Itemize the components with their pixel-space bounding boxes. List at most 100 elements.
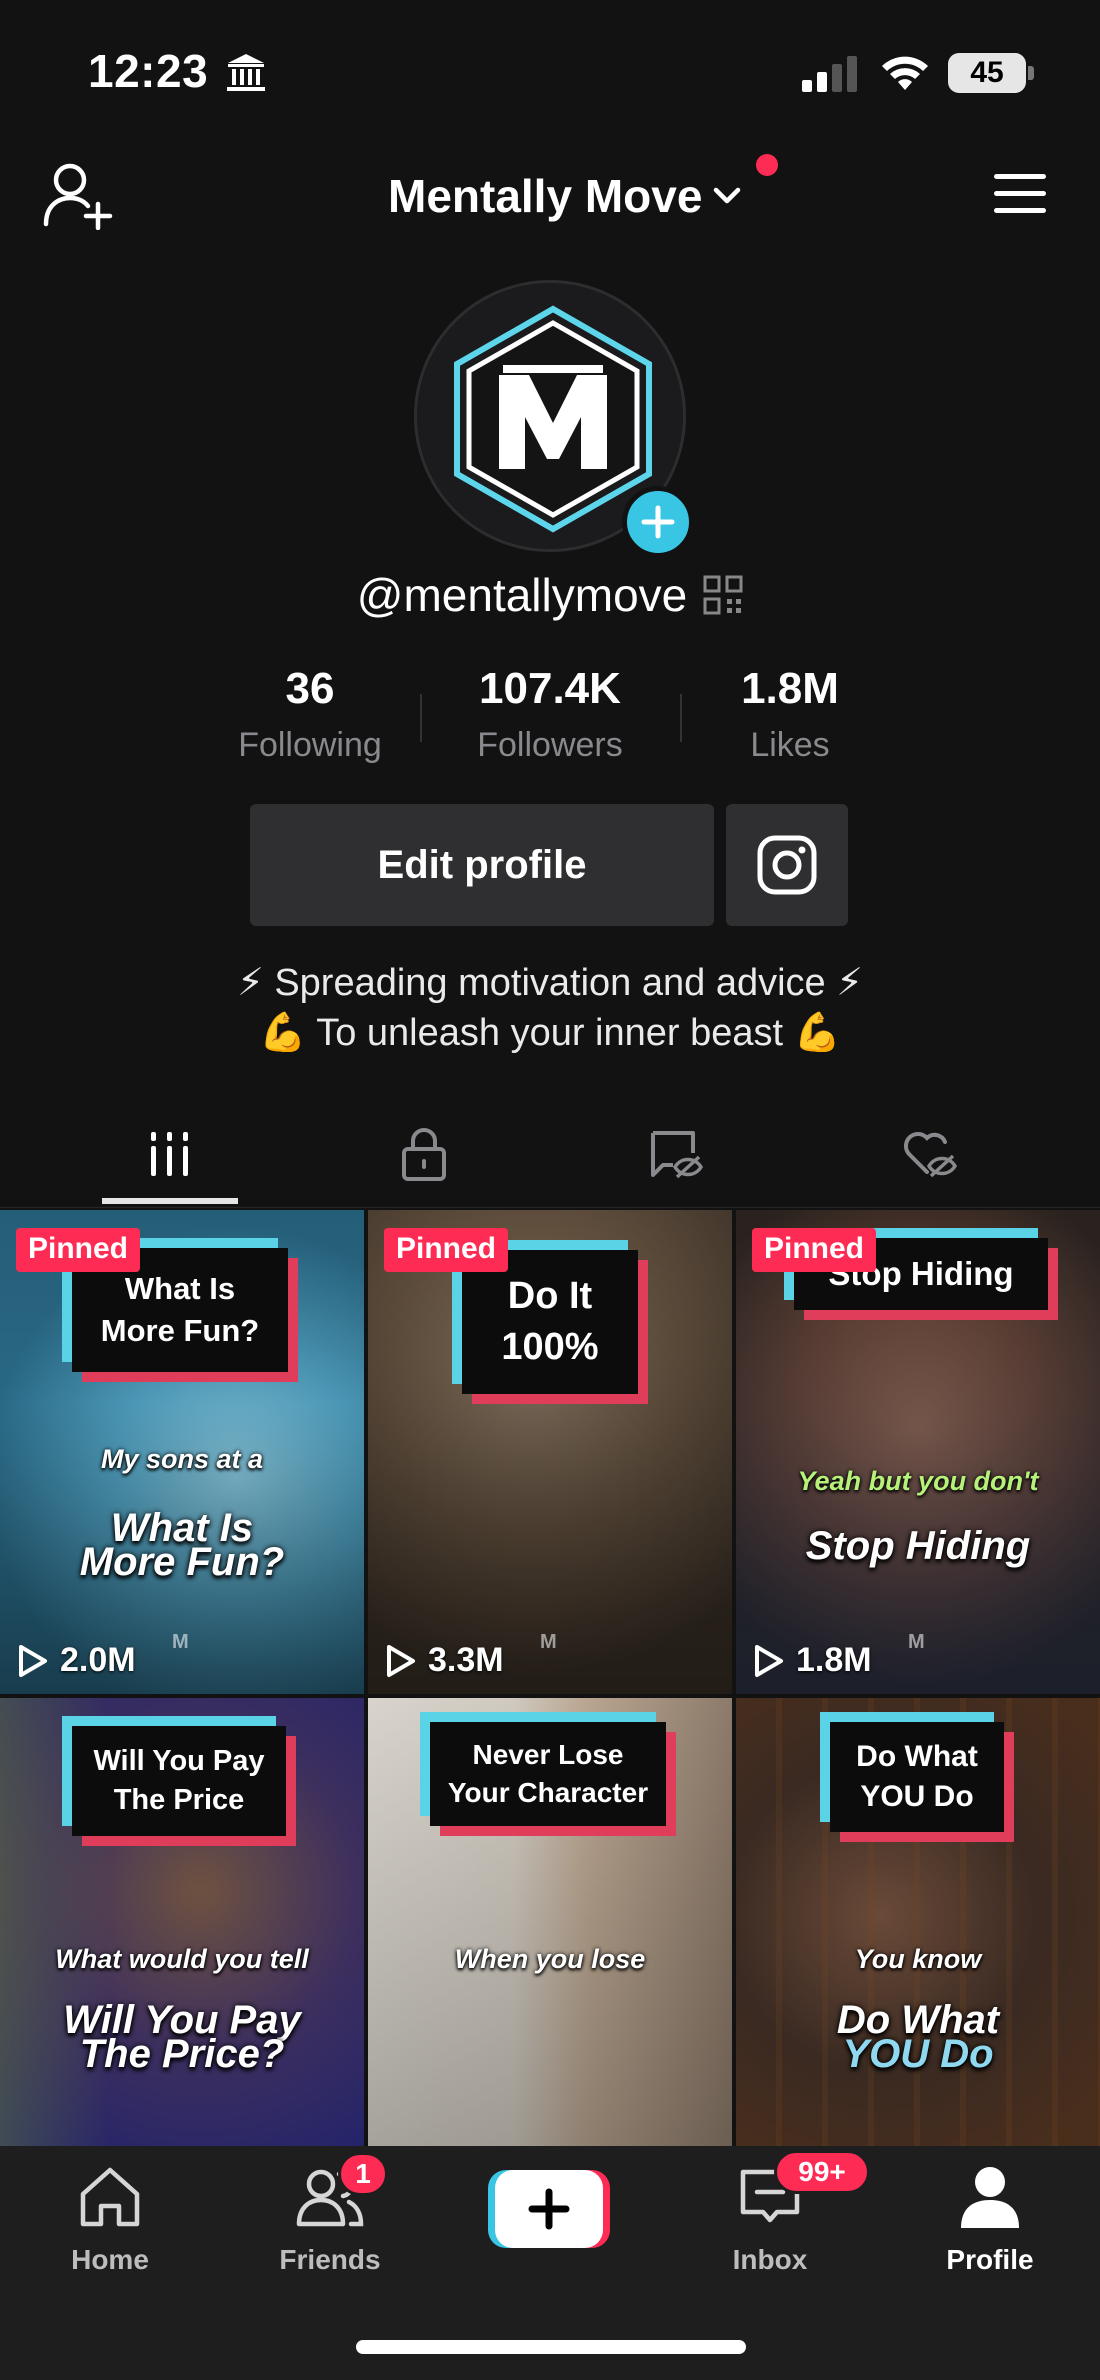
view-count: 1.8M <box>752 1641 872 1680</box>
video-tile[interactable]: Will You Pay The Price What would you te… <box>0 1698 364 2146</box>
likes-count: 1.8M <box>741 664 839 713</box>
following-label: Following <box>238 726 382 764</box>
nav-home[interactable]: Home <box>30 2162 190 2322</box>
nav-profile-label: Profile <box>946 2244 1034 2275</box>
video-caption: When you lose <box>454 1944 646 1974</box>
hamburger-menu-icon[interactable] <box>992 172 1048 216</box>
video-caption: My sons at a <box>100 1444 264 1474</box>
title-line: What Is <box>124 1271 236 1307</box>
video-caption-large: YOU Do <box>842 2032 994 2076</box>
account-name: Mentally Move <box>388 170 703 222</box>
nav-friends-label: Friends <box>279 2244 381 2275</box>
create-button[interactable] <box>488 2170 610 2248</box>
pinned-badge: Pinned <box>16 1228 141 1272</box>
title-line: Do It <box>507 1274 593 1317</box>
profile-tabs <box>0 1100 1100 1208</box>
stat-likes[interactable]: 1.8M Likes <box>670 664 910 765</box>
nav-inbox-label: Inbox <box>732 2244 808 2275</box>
signal-icon <box>802 56 857 92</box>
video-tile[interactable]: Pinned Do It 100% M 3.3M <box>368 1210 732 1694</box>
view-count: 2.0M <box>16 1641 136 1680</box>
video-tile[interactable]: Do What YOU Do You know Do What YOU Do M <box>736 1698 1100 2146</box>
add-avatar-button[interactable] <box>622 486 694 558</box>
play-icon <box>755 1644 783 1677</box>
tab-videos[interactable] <box>102 1100 238 1208</box>
wifi-icon <box>882 56 928 90</box>
nav-home-label: Home <box>71 2244 149 2275</box>
bank-icon <box>227 54 265 91</box>
view-count-value: 3.3M <box>428 1641 504 1679</box>
lock-icon <box>402 1128 446 1181</box>
nav-profile[interactable]: Profile <box>910 2162 1070 2322</box>
likes-label: Likes <box>750 726 830 764</box>
video-grid: Pinned What Is More Fun? My sons at a Wh… <box>0 1210 1100 2146</box>
video-tile[interactable]: Never Lose Your Character When you lose … <box>368 1698 732 2146</box>
add-friend-icon[interactable] <box>42 160 114 230</box>
bio-line: 💪 To unleash your inner beast 💪 <box>259 1012 841 1054</box>
title-line: Do What <box>856 1739 978 1773</box>
video-caption-large: The Price? <box>79 2032 285 2076</box>
tab-private[interactable] <box>356 1100 492 1208</box>
bio: ⚡ Spreading motivation and advice ⚡ 💪 To… <box>0 958 1100 1058</box>
tab-liked-hidden[interactable] <box>862 1100 998 1208</box>
home-icon <box>80 2167 140 2227</box>
instagram-button[interactable] <box>726 804 848 926</box>
bio-line: ⚡ Spreading motivation and advice ⚡ <box>237 962 863 1004</box>
title-line: Never Lose <box>472 1739 624 1771</box>
view-count-value: 2.0M <box>60 1641 136 1679</box>
play-icon <box>387 1644 415 1677</box>
watermark: M <box>540 1631 557 1653</box>
qr-code-icon[interactable] <box>703 575 743 615</box>
view-count: 3.3M <box>384 1641 504 1680</box>
stat-following[interactable]: 36 Following <box>190 664 430 765</box>
friends-badge: 1 <box>338 2152 388 2196</box>
tab-reposts-hidden[interactable] <box>608 1100 744 1208</box>
pinned-badge: Pinned <box>384 1228 509 1272</box>
followers-count: 107.4K <box>479 664 621 713</box>
stat-divider <box>420 694 422 742</box>
battery-tip <box>1028 66 1034 80</box>
status-time: 12:23 <box>88 45 209 97</box>
instagram-icon <box>757 835 817 895</box>
followers-label: Followers <box>477 726 623 764</box>
title-line: More Fun? <box>100 1313 260 1348</box>
plus-icon <box>641 505 675 539</box>
chevron-down-icon <box>714 187 741 204</box>
account-switcher[interactable]: Mentally Move <box>388 166 744 226</box>
status-bar: 12:23 45 <box>0 0 1100 140</box>
grid-icon <box>151 1132 188 1176</box>
hidden-video-icon <box>651 1131 704 1179</box>
nav-friends[interactable]: Friends <box>250 2162 410 2322</box>
view-count-value: 1.8M <box>796 1641 872 1679</box>
title-line: 100% <box>501 1326 599 1368</box>
caption-highlight: More Fun? <box>79 1540 285 1584</box>
video-caption: You know <box>854 1944 982 1974</box>
video-tile[interactable]: Pinned What Is More Fun? My sons at a Wh… <box>0 1210 364 1694</box>
title-line: The Price <box>113 1784 245 1816</box>
video-caption-large: More Fun? <box>0 1542 364 1582</box>
home-indicator <box>356 2340 746 2354</box>
watermark: M <box>908 1631 925 1653</box>
liked-hidden-icon <box>903 1131 958 1178</box>
active-tab-indicator <box>102 1198 238 1204</box>
play-icon <box>19 1644 47 1677</box>
handle-row: @mentallymove <box>0 568 1100 622</box>
video-caption: Yeah but you don't <box>797 1466 1039 1496</box>
edit-profile-button[interactable]: Edit profile <box>250 804 714 926</box>
watermark: M <box>172 1631 189 1653</box>
inbox-badge: 99+ <box>774 2150 870 2194</box>
pinned-badge: Pinned <box>752 1228 877 1272</box>
title-line: Will You Pay <box>93 1744 265 1777</box>
battery-indicator: 45 <box>948 53 1026 93</box>
profile-stats: 36 Following 107.4K Followers 1.8M Likes <box>190 664 910 774</box>
video-caption-large: Stop Hiding <box>805 1524 1031 1568</box>
video-title-card: Never Lose Your Character <box>420 1712 676 1836</box>
video-caption: What would you tell <box>55 1944 309 1974</box>
stat-followers[interactable]: 107.4K Followers <box>430 664 670 765</box>
title-line: YOU Do <box>860 1780 974 1813</box>
video-title-card: Will You Pay The Price <box>62 1716 296 1846</box>
username-handle: @mentallymove <box>356 569 688 621</box>
title-line: Your Character <box>447 1777 649 1808</box>
following-count: 36 <box>285 664 335 713</box>
video-tile[interactable]: Pinned Stop Hiding Yeah but you don't St… <box>736 1210 1100 1694</box>
